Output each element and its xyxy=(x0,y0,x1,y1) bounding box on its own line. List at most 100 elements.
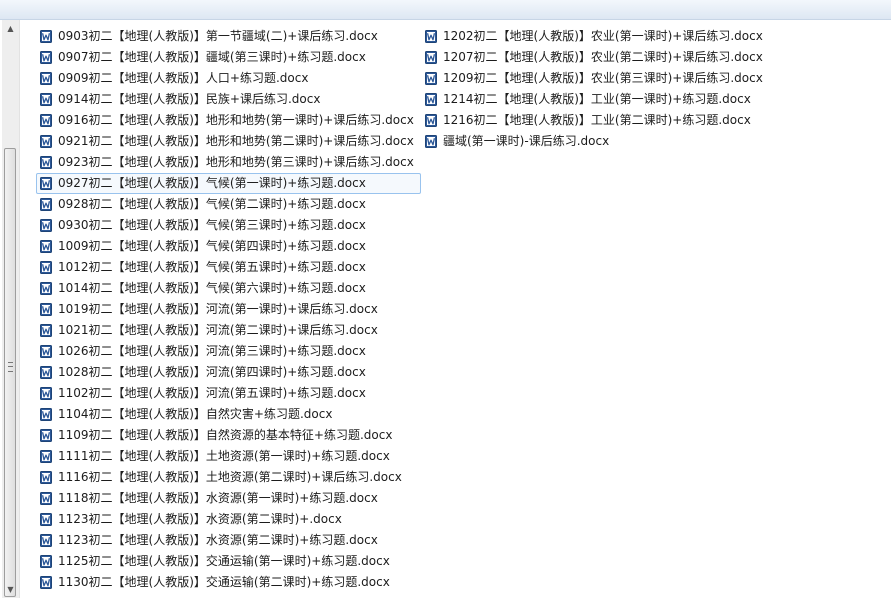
scroll-up-button[interactable]: ▲ xyxy=(2,20,19,37)
file-name-label: 0903初二【地理(人教版)】第一节疆域(二)+课后练习.docx xyxy=(58,29,378,43)
word-document-icon xyxy=(425,30,437,43)
word-document-icon xyxy=(40,450,52,463)
file-name-label: 1028初二【地理(人教版)】河流(第四课时)+练习题.docx xyxy=(58,365,366,379)
file-item[interactable]: 1028初二【地理(人教版)】河流(第四课时)+练习题.docx xyxy=(36,362,421,383)
file-name-label: 1111初二【地理(人教版)】土地资源(第一课时)+练习题.docx xyxy=(58,449,390,463)
file-item[interactable]: 0928初二【地理(人教版)】气候(第二课时)+练习题.docx xyxy=(36,194,421,215)
file-item[interactable]: 0930初二【地理(人教版)】气候(第三课时)+练习题.docx xyxy=(36,215,421,236)
file-name-label: 1116初二【地理(人教版)】土地资源(第二课时)+课后练习.docx xyxy=(58,470,402,484)
toolbar-strip xyxy=(0,0,891,20)
file-name-label: 1109初二【地理(人教版)】自然资源的基本特征+练习题.docx xyxy=(58,428,393,442)
word-document-icon xyxy=(40,177,52,190)
file-name-label: 1009初二【地理(人教版)】气候(第四课时)+练习题.docx xyxy=(58,239,366,253)
file-name-label: 0927初二【地理(人教版)】气候(第一课时)+练习题.docx xyxy=(58,176,366,190)
file-item[interactable]: 1116初二【地理(人教版)】土地资源(第二课时)+课后练习.docx xyxy=(36,467,421,488)
file-explorer-window: ▲ ▼ 0903初二【地理(人教版)】第一节疆域(二)+课后练习.docx 090… xyxy=(0,0,891,600)
file-list: 0903初二【地理(人教版)】第一节疆域(二)+课后练习.docx 0907初二【… xyxy=(36,26,876,596)
file-name-label: 1123初二【地理(人教版)】水资源(第二课时)+.docx xyxy=(58,512,342,526)
file-item[interactable]: 0916初二【地理(人教版)】地形和地势(第一课时)+课后练习.docx xyxy=(36,110,421,131)
word-document-icon xyxy=(40,324,52,337)
word-document-icon xyxy=(40,30,52,43)
file-item[interactable]: 1111初二【地理(人教版)】土地资源(第一课时)+练习题.docx xyxy=(36,446,421,467)
word-document-icon xyxy=(40,387,52,400)
file-name-label: 1209初二【地理(人教版)】农业(第三课时)+课后练习.docx xyxy=(443,71,763,85)
file-name-label: 0916初二【地理(人教版)】地形和地势(第一课时)+课后练习.docx xyxy=(58,113,414,127)
word-document-icon xyxy=(40,471,52,484)
word-document-icon xyxy=(40,261,52,274)
file-name-label: 1012初二【地理(人教版)】气候(第五课时)+练习题.docx xyxy=(58,260,366,274)
word-document-icon xyxy=(40,219,52,232)
file-name-label: 1207初二【地理(人教版)】农业(第二课时)+课后练习.docx xyxy=(443,50,763,64)
file-name-label: 1026初二【地理(人教版)】河流(第三课时)+练习题.docx xyxy=(58,344,366,358)
word-document-icon xyxy=(40,240,52,253)
word-document-icon xyxy=(40,555,52,568)
file-name-label: 0909初二【地理(人教版)】人口+练习题.docx xyxy=(58,71,309,85)
word-document-icon xyxy=(40,513,52,526)
file-item[interactable]: 0921初二【地理(人教版)】地形和地势(第二课时)+课后练习.docx xyxy=(36,131,421,152)
word-document-icon xyxy=(425,114,437,127)
scroll-up-arrow-icon: ▲ xyxy=(7,24,14,33)
file-item[interactable]: 0903初二【地理(人教版)】第一节疆域(二)+课后练习.docx xyxy=(36,26,421,47)
file-item[interactable]: 0907初二【地理(人教版)】疆域(第三课时)+练习题.docx xyxy=(36,47,421,68)
file-name-label: 1102初二【地理(人教版)】河流(第五课时)+练习题.docx xyxy=(58,386,366,400)
file-column-2: 1202初二【地理(人教版)】农业(第一课时)+课后练习.docx 1207初二【… xyxy=(421,26,770,152)
file-name-label: 1021初二【地理(人教版)】河流(第二课时)+课后练习.docx xyxy=(58,323,378,337)
file-item[interactable]: 1104初二【地理(人教版)】自然灾害+练习题.docx xyxy=(36,404,421,425)
file-item[interactable]: 1014初二【地理(人教版)】气候(第六课时)+练习题.docx xyxy=(36,278,421,299)
scroll-thumb[interactable] xyxy=(4,148,16,597)
file-item[interactable]: 1209初二【地理(人教版)】农业(第三课时)+课后练习.docx xyxy=(421,68,770,89)
file-name-label: 疆域(第一课时)-课后练习.docx xyxy=(443,134,610,148)
word-document-icon xyxy=(40,135,52,148)
file-item[interactable]: 0927初二【地理(人教版)】气候(第一课时)+练习题.docx xyxy=(36,173,421,194)
scroll-down-arrow-icon: ▼ xyxy=(7,585,14,594)
file-name-label: 1019初二【地理(人教版)】河流(第一课时)+课后练习.docx xyxy=(58,302,378,316)
word-document-icon xyxy=(40,345,52,358)
word-document-icon xyxy=(40,93,52,106)
word-document-icon xyxy=(40,114,52,127)
file-item[interactable]: 1026初二【地理(人教版)】河流(第三课时)+练习题.docx xyxy=(36,341,421,362)
scroll-down-button[interactable]: ▼ xyxy=(2,581,19,598)
file-item[interactable]: 1021初二【地理(人教版)】河流(第二课时)+课后练习.docx xyxy=(36,320,421,341)
file-name-label: 0907初二【地理(人教版)】疆域(第三课时)+练习题.docx xyxy=(58,50,366,64)
file-item[interactable]: 1125初二【地理(人教版)】交通运输(第一课时)+练习题.docx xyxy=(36,551,421,572)
file-name-label: 0928初二【地理(人教版)】气候(第二课时)+练习题.docx xyxy=(58,197,366,211)
file-name-label: 1104初二【地理(人教版)】自然灾害+练习题.docx xyxy=(58,407,333,421)
file-item[interactable]: 1118初二【地理(人教版)】水资源(第一课时)+练习题.docx xyxy=(36,488,421,509)
file-name-label: 0923初二【地理(人教版)】地形和地势(第三课时)+课后练习.docx xyxy=(58,155,414,169)
file-name-label: 0921初二【地理(人教版)】地形和地势(第二课时)+课后练习.docx xyxy=(58,134,414,148)
file-item[interactable]: 1123初二【地理(人教版)】水资源(第二课时)+练习题.docx xyxy=(36,530,421,551)
file-name-label: 1130初二【地理(人教版)】交通运输(第二课时)+练习题.docx xyxy=(58,575,390,589)
word-document-icon xyxy=(40,51,52,64)
file-name-label: 1014初二【地理(人教版)】气候(第六课时)+练习题.docx xyxy=(58,281,366,295)
file-item[interactable]: 1207初二【地理(人教版)】农业(第二课时)+课后练习.docx xyxy=(421,47,770,68)
file-item[interactable]: 1019初二【地理(人教版)】河流(第一课时)+课后练习.docx xyxy=(36,299,421,320)
word-document-icon xyxy=(425,93,437,106)
file-item[interactable]: 1109初二【地理(人教版)】自然资源的基本特征+练习题.docx xyxy=(36,425,421,446)
word-document-icon xyxy=(40,576,52,589)
file-item[interactable]: 疆域(第一课时)-课后练习.docx xyxy=(421,131,770,152)
word-document-icon xyxy=(425,135,437,148)
file-item[interactable]: 0923初二【地理(人教版)】地形和地势(第三课时)+课后练习.docx xyxy=(36,152,421,173)
file-item[interactable]: 1216初二【地理(人教版)】工业(第二课时)+练习题.docx xyxy=(421,110,770,131)
file-item[interactable]: 0909初二【地理(人教版)】人口+练习题.docx xyxy=(36,68,421,89)
file-item[interactable]: 1130初二【地理(人教版)】交通运输(第二课时)+练习题.docx xyxy=(36,572,421,593)
file-item[interactable]: 1202初二【地理(人教版)】农业(第一课时)+课后练习.docx xyxy=(421,26,770,47)
file-item[interactable]: 1012初二【地理(人教版)】气候(第五课时)+练习题.docx xyxy=(36,257,421,278)
vertical-scrollbar[interactable]: ▲ ▼ xyxy=(2,20,20,598)
word-document-icon xyxy=(40,282,52,295)
word-document-icon xyxy=(425,72,437,85)
file-name-label: 0930初二【地理(人教版)】气候(第三课时)+练习题.docx xyxy=(58,218,366,232)
file-name-label: 1214初二【地理(人教版)】工业(第一课时)+练习题.docx xyxy=(443,92,751,106)
file-item[interactable]: 1009初二【地理(人教版)】气候(第四课时)+练习题.docx xyxy=(36,236,421,257)
file-item[interactable]: 1102初二【地理(人教版)】河流(第五课时)+练习题.docx xyxy=(36,383,421,404)
file-name-label: 0914初二【地理(人教版)】民族+课后练习.docx xyxy=(58,92,321,106)
file-item[interactable]: 1123初二【地理(人教版)】水资源(第二课时)+.docx xyxy=(36,509,421,530)
file-item[interactable]: 1214初二【地理(人教版)】工业(第一课时)+练习题.docx xyxy=(421,89,770,110)
file-column-1: 0903初二【地理(人教版)】第一节疆域(二)+课后练习.docx 0907初二【… xyxy=(36,26,421,593)
word-document-icon xyxy=(40,156,52,169)
word-document-icon xyxy=(40,303,52,316)
file-item[interactable]: 0914初二【地理(人教版)】民族+课后练习.docx xyxy=(36,89,421,110)
scroll-grip-icon xyxy=(8,362,13,372)
file-name-label: 1123初二【地理(人教版)】水资源(第二课时)+练习题.docx xyxy=(58,533,378,547)
word-document-icon xyxy=(425,51,437,64)
